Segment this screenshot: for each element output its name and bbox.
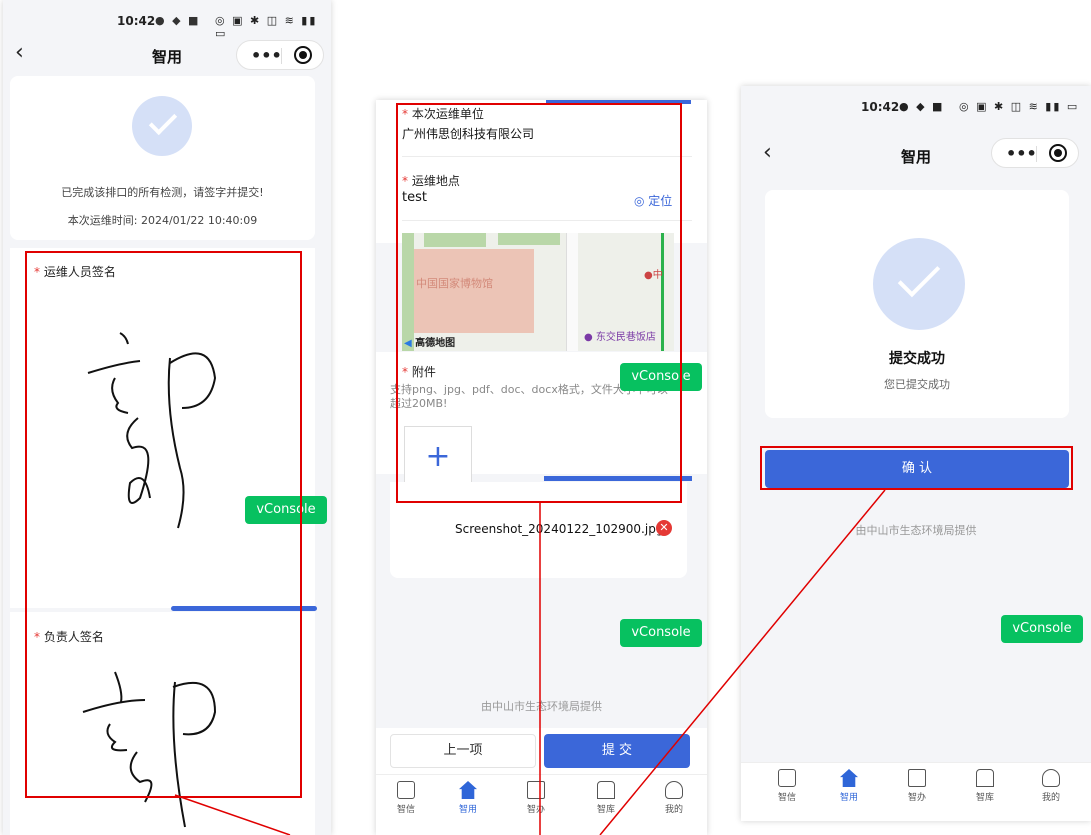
map-poi-hotel: ● 东交民巷饭店 (584, 332, 656, 343)
tab-mine[interactable]: 我的 (1031, 769, 1071, 803)
library-icon (597, 781, 615, 799)
unit-label: * 本次运维单位 (402, 107, 484, 121)
status-dots-icon: ● ◆ ■ (899, 100, 945, 113)
hotel-pin-icon: ● (584, 332, 596, 343)
success-card: 已完成该排口的所有检测，请签字并提交! 本次运维时间: 2024/01/22 1… (10, 76, 315, 240)
tab-zhiku[interactable]: 智库 (965, 769, 1005, 803)
vconsole-button[interactable]: vConsole (620, 363, 702, 391)
tab-zhiban[interactable]: 智办 (897, 769, 937, 803)
footer-text: 由中山市生态环境局提供 (855, 524, 977, 537)
tab-zhiyong[interactable]: 智用 (829, 769, 869, 803)
screen-signature: 10:42 ● ◆ ■ ◎ ▣ ✱ ◫ ≋ ▮▮ ▭ ‹ 智用 ••• 已完成该… (3, 0, 331, 835)
leader-signature-label: * 负责人签名 (34, 630, 104, 644)
user-icon (1042, 769, 1060, 787)
tab-zhixin[interactable]: 智信 (386, 781, 426, 815)
delete-file-icon[interactable]: ✕ (656, 520, 672, 536)
mini-program-capsule[interactable]: ••• (236, 40, 324, 70)
screen-submitted: 10:42 ● ◆ ■ ◎ ▣ ✱ ◫ ≋ ▮▮ ▭ ‹ 智用 ••• 提交成功… (741, 86, 1091, 821)
success-message: 已完成该排口的所有检测，请签字并提交! (61, 186, 264, 199)
attachment-label: * 附件 (402, 365, 436, 379)
status-time: 10:42 (861, 100, 900, 114)
signature-card: * 运维人员签名 (10, 248, 315, 608)
task-icon (908, 769, 926, 787)
map-pin-icon: ● (644, 270, 653, 281)
nav-bar: ‹ 智用 ••• (3, 38, 331, 74)
home-icon (840, 769, 858, 787)
success-card: 提交成功 您已提交成功 (765, 190, 1069, 418)
signature-label: * 运维人员签名 (34, 265, 116, 279)
more-icon[interactable]: ••• (1006, 144, 1037, 163)
signal-icons: ◎ ▣ ✱ ◫ ≋ ▮▮ ▭ (959, 100, 1080, 113)
status-bar: 10:42 ● ◆ ■ ◎ ▣ ✱ ◫ ≋ ▮▮ ▭ (3, 8, 331, 40)
maintenance-time: 本次运维时间: 2024/01/22 10:40:09 (67, 214, 258, 227)
vconsole-button[interactable]: vConsole (1001, 615, 1083, 643)
map-poi-museum: 中国国家博物馆 (416, 277, 493, 290)
confirm-button[interactable]: 确 认 (765, 450, 1069, 488)
more-icon[interactable]: ••• (251, 46, 282, 65)
tab-bar: 智信 智用 智办 智库 我的 (741, 762, 1091, 821)
file-list: Screenshot_20240122_102900.jpg ✕ (390, 482, 687, 578)
mini-program-capsule[interactable]: ••• (991, 138, 1079, 168)
screen-form: * 本次运维单位 广州伟思创科技有限公司 * 运维地点 test ◎ 定位 中国… (376, 100, 707, 835)
location-pin-icon: ◎ (634, 194, 649, 208)
tab-zhiyong[interactable]: 智用 (448, 781, 488, 815)
signal-icons: ◎ ▣ ✱ ◫ ≋ ▮▮ ▭ (215, 14, 318, 40)
footer-text: 由中山市生态环境局提供 (481, 700, 602, 713)
tab-bar: 智信 智用 智办 智库 我的 (376, 774, 707, 835)
status-bar: 10:42 ● ◆ ■ ◎ ▣ ✱ ◫ ≋ ▮▮ ▭ (741, 96, 1091, 122)
close-target-icon[interactable] (1049, 144, 1067, 162)
file-name: Screenshot_20240122_102900.jpg (455, 522, 664, 536)
submit-button[interactable]: 提 交 (544, 734, 690, 768)
amap-logo: ◀ 高德地图 (404, 338, 456, 349)
leader-signature-drawing[interactable] (65, 652, 235, 832)
task-icon (527, 781, 545, 799)
vconsole-button-2[interactable]: vConsole (620, 619, 702, 647)
nav-bar: ‹ 智用 ••• (741, 138, 1091, 174)
check-icon (132, 96, 192, 156)
success-title: 提交成功 (889, 351, 945, 367)
signature-drawing[interactable] (70, 318, 230, 558)
tab-zhixin[interactable]: 智信 (767, 769, 807, 803)
tab-zhiban[interactable]: 智办 (516, 781, 556, 815)
location-value[interactable]: test (402, 190, 427, 205)
map-view[interactable]: 中国国家博物馆 ●中 ● 东交民巷饭店 ◀ 高德地图 (402, 233, 674, 351)
library-icon (976, 769, 994, 787)
status-time: 10:42 (117, 14, 156, 28)
tab-mine[interactable]: 我的 (654, 781, 694, 815)
chat-icon (397, 781, 415, 799)
status-dots-icon: ● ◆ ■ (155, 14, 201, 27)
user-icon (665, 781, 683, 799)
map-poi-pin: ●中 (644, 270, 663, 281)
close-target-icon[interactable] (294, 46, 312, 64)
location-label: * 运维地点 (402, 174, 460, 188)
chat-icon (778, 769, 796, 787)
vconsole-button[interactable]: vConsole (245, 496, 327, 524)
home-icon (459, 781, 477, 799)
amap-icon: ◀ (404, 338, 416, 349)
unit-value: 广州伟思创科技有限公司 (402, 127, 535, 141)
plus-icon: + (425, 439, 451, 474)
locate-button[interactable]: ◎ 定位 (634, 192, 672, 209)
leader-signature-card: * 负责人签名 (10, 612, 315, 835)
success-subtitle: 您已提交成功 (884, 378, 950, 391)
tab-zhiku[interactable]: 智库 (586, 781, 626, 815)
check-icon (873, 238, 965, 330)
prev-button[interactable]: 上一项 (390, 734, 536, 768)
